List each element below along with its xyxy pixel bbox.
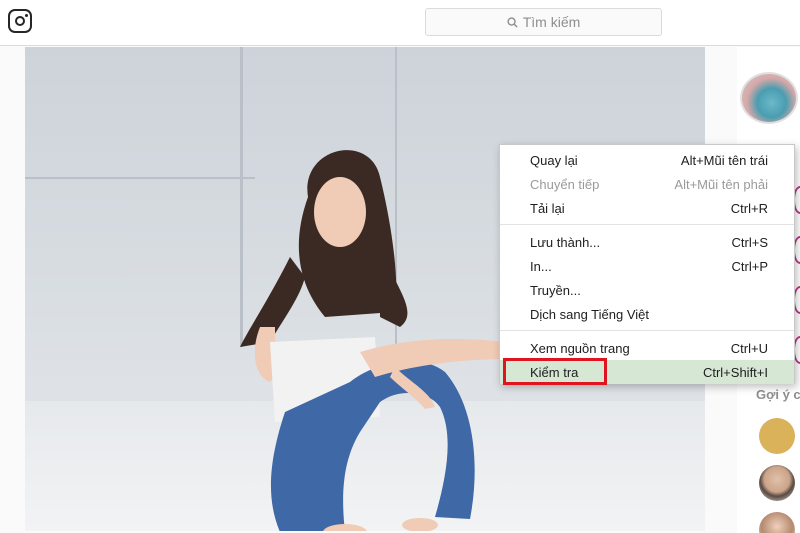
menu-item-shortcut: Ctrl+U bbox=[730, 340, 768, 356]
menu-item-shortcut: Ctrl+S bbox=[731, 234, 768, 250]
menu-item-label: Xem nguồn trang bbox=[530, 340, 630, 356]
suggested-account-avatar[interactable] bbox=[759, 418, 795, 454]
menu-item-label: Dịch sang Tiếng Việt bbox=[530, 306, 649, 322]
wall-joint bbox=[25, 177, 255, 179]
highlight-annotation-box bbox=[503, 358, 607, 385]
suggestions-heading: Gợi ý c bbox=[756, 387, 800, 402]
menu-item-shortcut: Alt+Mũi tên phải bbox=[674, 176, 768, 192]
menu-item-label: In... bbox=[530, 258, 552, 274]
menu-item-shortcut: Ctrl+Shift+I bbox=[702, 364, 768, 380]
suggested-account-avatar[interactable] bbox=[759, 465, 795, 501]
menu-item-reload[interactable]: Tải lại Ctrl+R bbox=[500, 196, 794, 220]
top-navigation-bar: Tìm kiếm bbox=[0, 0, 800, 46]
instagram-page: Tìm kiếm Gợi ý c Quay lại Alt+Mũi tên tr… bbox=[0, 0, 800, 533]
menu-item-label: Lưu thành... bbox=[530, 234, 601, 250]
menu-item-cast[interactable]: Truyền... bbox=[500, 278, 794, 302]
menu-item-forward[interactable]: Chuyển tiếp Alt+Mũi tên phải bbox=[500, 172, 794, 196]
menu-item-translate[interactable]: Dịch sang Tiếng Việt bbox=[500, 302, 794, 326]
menu-item-print[interactable]: In... Ctrl+P bbox=[500, 254, 794, 278]
search-box[interactable]: Tìm kiếm bbox=[425, 8, 662, 36]
model-figure bbox=[240, 150, 528, 531]
menu-separator bbox=[500, 224, 794, 225]
menu-item-label: Chuyển tiếp bbox=[530, 176, 600, 192]
browser-context-menu: Quay lại Alt+Mũi tên trái Chuyển tiếp Al… bbox=[499, 144, 795, 384]
menu-item-shortcut: Ctrl+R bbox=[730, 200, 768, 216]
profile-avatar[interactable] bbox=[740, 72, 798, 124]
search-placeholder: Tìm kiếm bbox=[522, 14, 581, 30]
menu-item-label: Truyền... bbox=[530, 282, 581, 298]
menu-item-shortcut: Alt+Mũi tên trái bbox=[680, 152, 768, 168]
menu-item-label: Tải lại bbox=[530, 200, 565, 216]
instagram-logo-icon[interactable] bbox=[8, 9, 32, 33]
menu-separator bbox=[500, 330, 794, 331]
menu-item-label: Quay lại bbox=[530, 152, 578, 168]
menu-item-back[interactable]: Quay lại Alt+Mũi tên trái bbox=[500, 148, 794, 172]
menu-item-save-as[interactable]: Lưu thành... Ctrl+S bbox=[500, 230, 794, 254]
search-icon bbox=[507, 16, 518, 28]
menu-item-view-source[interactable]: Xem nguồn trang Ctrl+U bbox=[500, 336, 794, 360]
menu-item-shortcut: Ctrl+P bbox=[731, 258, 768, 274]
